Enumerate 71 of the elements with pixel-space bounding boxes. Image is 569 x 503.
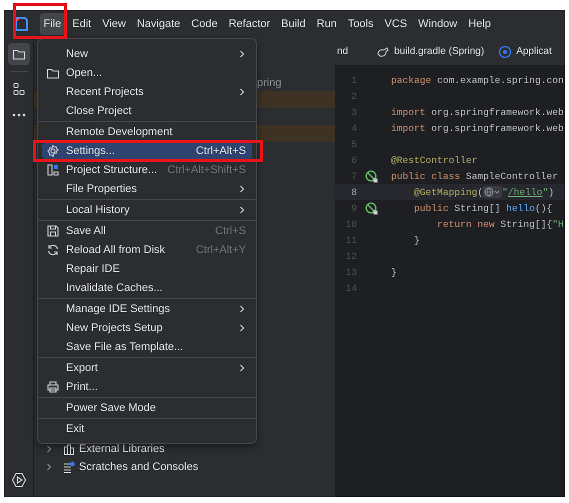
menu-item[interactable]: File Properties	[42, 180, 252, 196]
menu-item[interactable]: Manage IDE Settings	[42, 300, 252, 316]
scratches-icon	[63, 461, 75, 473]
save-icon	[46, 224, 60, 238]
code-line: @RestController	[391, 154, 478, 166]
library-icon	[63, 443, 75, 455]
shortcut-label: Ctrl+Alt+Y	[196, 244, 246, 256]
menu-bar-item[interactable]: Build	[278, 13, 310, 35]
menu-item[interactable]: New Projects Setup	[42, 320, 252, 336]
menu-item[interactable]: Local History	[42, 202, 252, 218]
code-line: return new String[]{"H	[436, 218, 564, 230]
menu-item[interactable]: Project Structure... Ctrl+Alt+Shift+S	[42, 162, 252, 178]
code-line: import org.springframework.web	[391, 106, 564, 118]
highlight-frame	[13, 3, 67, 39]
shortcut-label: Ctrl+S	[215, 224, 246, 236]
menu-bar-item[interactable]: Window	[414, 13, 461, 35]
menu-item[interactable]: Export	[42, 360, 252, 376]
menu-bar-item[interactable]: Edit	[68, 13, 95, 35]
code-line: }	[413, 234, 420, 246]
code-line: public String[] hello(){	[413, 202, 552, 214]
menu-item[interactable]: Repair IDE	[42, 260, 252, 276]
editor-tab[interactable]: Applicat	[492, 38, 552, 65]
line-number: 8	[350, 186, 357, 198]
inlay-hint[interactable]	[483, 186, 502, 198]
editor-tab[interactable]: build.gradle (Spring)	[356, 38, 492, 65]
menu-bar-item[interactable]: Refactor	[225, 13, 274, 35]
menu-bar-item[interactable]: Tools	[344, 13, 377, 35]
tree-item[interactable]: pring	[257, 76, 282, 88]
folder-icon	[12, 47, 26, 61]
menu-bar-item[interactable]: Help	[464, 13, 494, 35]
menu-bar-item[interactable]: File	[40, 13, 65, 35]
menu-item[interactable]: Power Save Mode	[42, 400, 252, 416]
menu-bar-item[interactable]: View	[98, 13, 130, 35]
menu-bar-item[interactable]: Navigate	[133, 13, 184, 35]
menu-item[interactable]: Exit	[42, 420, 252, 436]
globe-icon	[484, 187, 502, 197]
structure-icon	[46, 162, 60, 176]
code-line: public class SampleController	[391, 170, 558, 182]
menu-item[interactable]: Settings... Ctrl+Alt+S	[42, 142, 252, 158]
code-line: package com.example.spring.con	[391, 74, 564, 86]
menu-item[interactable]: Remote Development	[42, 124, 252, 140]
shortcut-label: Ctrl+Alt+Shift+S	[167, 164, 246, 176]
menu-item[interactable]: Print...	[42, 378, 252, 394]
more-icon	[12, 113, 26, 117]
menu-item[interactable]: New	[42, 46, 252, 62]
tree-item[interactable]: Scratches and Consoles	[34, 458, 335, 476]
code-line: import org.springframework.web	[391, 122, 564, 134]
app-logo	[14, 16, 28, 32]
menu-item[interactable]: Close Project	[42, 102, 252, 118]
shortcut-label: Ctrl+Alt+S	[196, 144, 246, 156]
code-line: @GetMapping( "/hello")	[413, 186, 554, 198]
tree-item[interactable]: External Libraries	[34, 440, 335, 458]
editor-tab[interactable]: nd	[335, 38, 356, 65]
menu-bar-item[interactable]: Code	[188, 13, 222, 35]
menu-bar-item[interactable]: Run	[313, 13, 340, 35]
menu-item[interactable]: Open...	[42, 64, 252, 80]
menu-item[interactable]: Reload All from Disk Ctrl+Alt+Y	[42, 242, 252, 258]
menu-bar-item[interactable]: VCS	[381, 13, 411, 35]
menu-item[interactable]: Invalidate Caches...	[42, 280, 252, 296]
gradle-icon	[376, 46, 390, 58]
reload-icon	[46, 242, 60, 256]
printer-icon	[46, 380, 60, 394]
menu-item[interactable]: Save File as Template...	[42, 338, 252, 354]
class-icon	[498, 44, 512, 58]
structure-icon	[12, 82, 26, 96]
menu-item[interactable]: Save All Ctrl+S	[42, 222, 252, 238]
project-tool-button[interactable]	[8, 43, 30, 65]
code-line: }	[391, 266, 397, 278]
settings-icon	[46, 144, 60, 158]
menu-item[interactable]: Recent Projects	[42, 84, 252, 100]
run-icon	[10, 472, 26, 488]
